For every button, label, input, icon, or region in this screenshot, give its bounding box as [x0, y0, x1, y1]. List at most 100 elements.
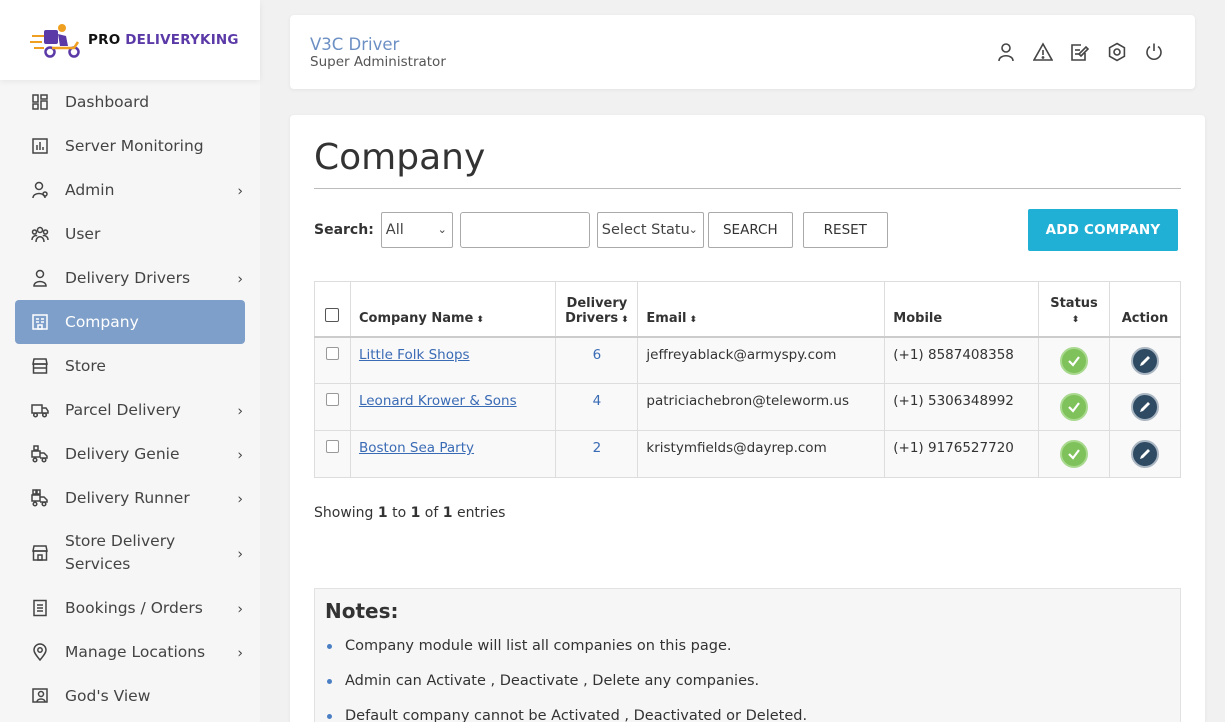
drivers-count-cell: 4	[555, 383, 639, 431]
sidebar-item-bookings-orders[interactable]: Bookings / Orders ›	[15, 586, 245, 630]
search-bar: Search: All ⌄ Select Statu ⌄ SEARCH RESE…	[314, 212, 888, 248]
company-name-cell: Leonard Krower & Sons	[349, 383, 557, 431]
building-icon	[31, 313, 49, 331]
chart-icon	[31, 137, 49, 155]
column-delivery-drivers[interactable]: Delivery Drivers ⬍	[555, 281, 639, 337]
chevron-down-icon: ⌄	[688, 223, 698, 236]
sidebar-item-label: User	[65, 224, 101, 243]
company-name-link[interactable]: Little Folk Shops	[359, 347, 470, 363]
notes-title: Notes:	[325, 599, 399, 623]
row-checkbox[interactable]	[325, 440, 339, 453]
profile-icon[interactable]	[995, 41, 1017, 63]
sidebar-item-delivery-drivers[interactable]: Delivery Drivers ›	[15, 256, 245, 300]
sort-icon: ⬍	[621, 314, 629, 325]
sidebar-item-admin[interactable]: Admin ›	[15, 168, 245, 212]
pagination-total: 1	[442, 505, 453, 521]
column-status[interactable]: Status ⬍	[1038, 281, 1110, 337]
chevron-right-icon: ›	[237, 645, 243, 662]
header-actions	[995, 41, 1165, 63]
email-cell: patriciachebron@teleworm.us	[637, 383, 886, 431]
row-checkbox[interactable]	[325, 346, 339, 360]
notes-item: Company module will list all companies o…	[325, 629, 1170, 664]
row-select-cell	[314, 383, 351, 431]
sidebar-item-label: Store	[65, 356, 106, 375]
sidebar-item-store[interactable]: Store	[15, 344, 245, 388]
status-select[interactable]: Select Statu ⌄	[596, 212, 704, 248]
search-filter-select[interactable]: All ⌄	[380, 212, 453, 248]
mobile-cell: (+1) 9176527720	[884, 430, 1040, 478]
sidebar-item-dashboard[interactable]: Dashboard	[15, 80, 245, 124]
drivers-count-link[interactable]: 6	[593, 347, 602, 363]
drivers-count-cell: 6	[555, 336, 639, 384]
drivers-count-link[interactable]: 2	[593, 440, 602, 456]
reset-button[interactable]: RESET	[802, 212, 888, 248]
column-action: Action	[1109, 281, 1181, 337]
row-checkbox[interactable]	[325, 393, 339, 406]
logo[interactable]: PRO DELIVERYKING	[0, 0, 260, 80]
mobile-cell: (+1) 8587408358	[884, 336, 1040, 384]
sidebar-item-gods-view[interactable]: God's View	[15, 674, 245, 718]
sort-icon: ⬍	[1071, 314, 1080, 325]
sidebar-item-label: Delivery Drivers	[65, 268, 191, 287]
column-company-name[interactable]: Company Name ⬍	[349, 281, 557, 337]
sort-icon: ⬍	[476, 314, 484, 325]
mobile-cell: (+1) 5306348992	[884, 383, 1040, 431]
sidebar-item-delivery-genie[interactable]: Delivery Genie ›	[15, 432, 245, 476]
active-status-check-icon[interactable]	[1060, 440, 1089, 468]
edit-pencil-icon[interactable]	[1131, 440, 1159, 468]
column-email[interactable]: Email ⬍	[637, 281, 886, 337]
sidebar: PRO DELIVERYKING Dashboard Server Monito…	[0, 0, 260, 722]
admin-user-icon	[31, 181, 49, 199]
sidebar-item-server-monitoring[interactable]: Server Monitoring	[15, 124, 245, 168]
warning-icon[interactable]	[1032, 41, 1054, 63]
pagination-from: 1	[377, 505, 388, 521]
power-icon[interactable]	[1143, 41, 1165, 63]
sidebar-item-label: God's View	[65, 686, 151, 705]
chevron-right-icon: ›	[237, 447, 243, 464]
company-table: Company Name ⬍ Delivery Drivers ⬍ Email ⬍ M…	[314, 281, 1181, 478]
orders-icon	[31, 599, 49, 617]
sidebar-item-company[interactable]: Company	[15, 300, 245, 344]
status-select-value: Select Statu	[601, 222, 690, 238]
select-all-checkbox[interactable]	[325, 307, 340, 322]
search-button[interactable]: SEARCH	[707, 212, 793, 248]
driver-icon	[31, 269, 49, 287]
sidebar-item-manage-locations[interactable]: Manage Locations ›	[15, 630, 245, 674]
email-cell: jeffreyablack@armyspy.com	[637, 336, 886, 384]
top-header: V3C Driver Super Administrator	[290, 15, 1195, 89]
sidebar-item-parcel-delivery[interactable]: Parcel Delivery ›	[15, 388, 245, 432]
brand-name: PRO DELIVERYKING	[88, 32, 239, 48]
sidebar-item-label: Delivery Runner	[65, 488, 190, 507]
delivery-scooter-logo-icon	[30, 22, 84, 58]
runner-icon	[31, 489, 49, 507]
title-divider	[314, 188, 1181, 189]
active-status-check-icon[interactable]	[1060, 393, 1089, 421]
pagination-info: Showing 1 to 1 of 1 entries	[314, 505, 505, 521]
column-label: Drivers	[565, 310, 619, 326]
search-input[interactable]	[459, 212, 590, 248]
column-mobile: Mobile	[884, 281, 1040, 337]
edit-pencil-icon[interactable]	[1131, 346, 1159, 375]
user-name: V3C Driver	[310, 35, 400, 54]
sidebar-item-label: Company	[65, 312, 139, 331]
drivers-count-cell: 2	[555, 430, 639, 478]
sidebar-item-user[interactable]: User	[15, 212, 245, 256]
edit-pencil-icon[interactable]	[1131, 393, 1159, 421]
add-company-button[interactable]: ADD COMPANY	[1028, 209, 1178, 251]
pagination-prefix: Showing	[314, 505, 378, 521]
sidebar-item-delivery-runner[interactable]: Delivery Runner ›	[15, 476, 245, 520]
sidebar-item-label: Manage Locations	[65, 642, 206, 661]
active-status-check-icon[interactable]	[1060, 346, 1089, 375]
sort-icon: ⬍	[689, 314, 698, 325]
sidebar-nav: Dashboard Server Monitoring Admin › User…	[0, 80, 260, 718]
column-label: Email	[646, 310, 687, 326]
pagination-to: 1	[410, 505, 421, 521]
sidebar-item-store-delivery-services[interactable]: Store Delivery Services ›	[15, 520, 245, 586]
settings-gear-icon[interactable]	[1106, 41, 1128, 63]
pagination-of-word: of	[420, 505, 443, 521]
company-name-link[interactable]: Leonard Krower & Sons	[359, 393, 517, 409]
company-name-cell: Little Folk Shops	[349, 336, 557, 384]
edit-note-icon[interactable]	[1069, 41, 1091, 63]
drivers-count-link[interactable]: 4	[593, 393, 602, 409]
company-name-link[interactable]: Boston Sea Party	[359, 440, 474, 456]
